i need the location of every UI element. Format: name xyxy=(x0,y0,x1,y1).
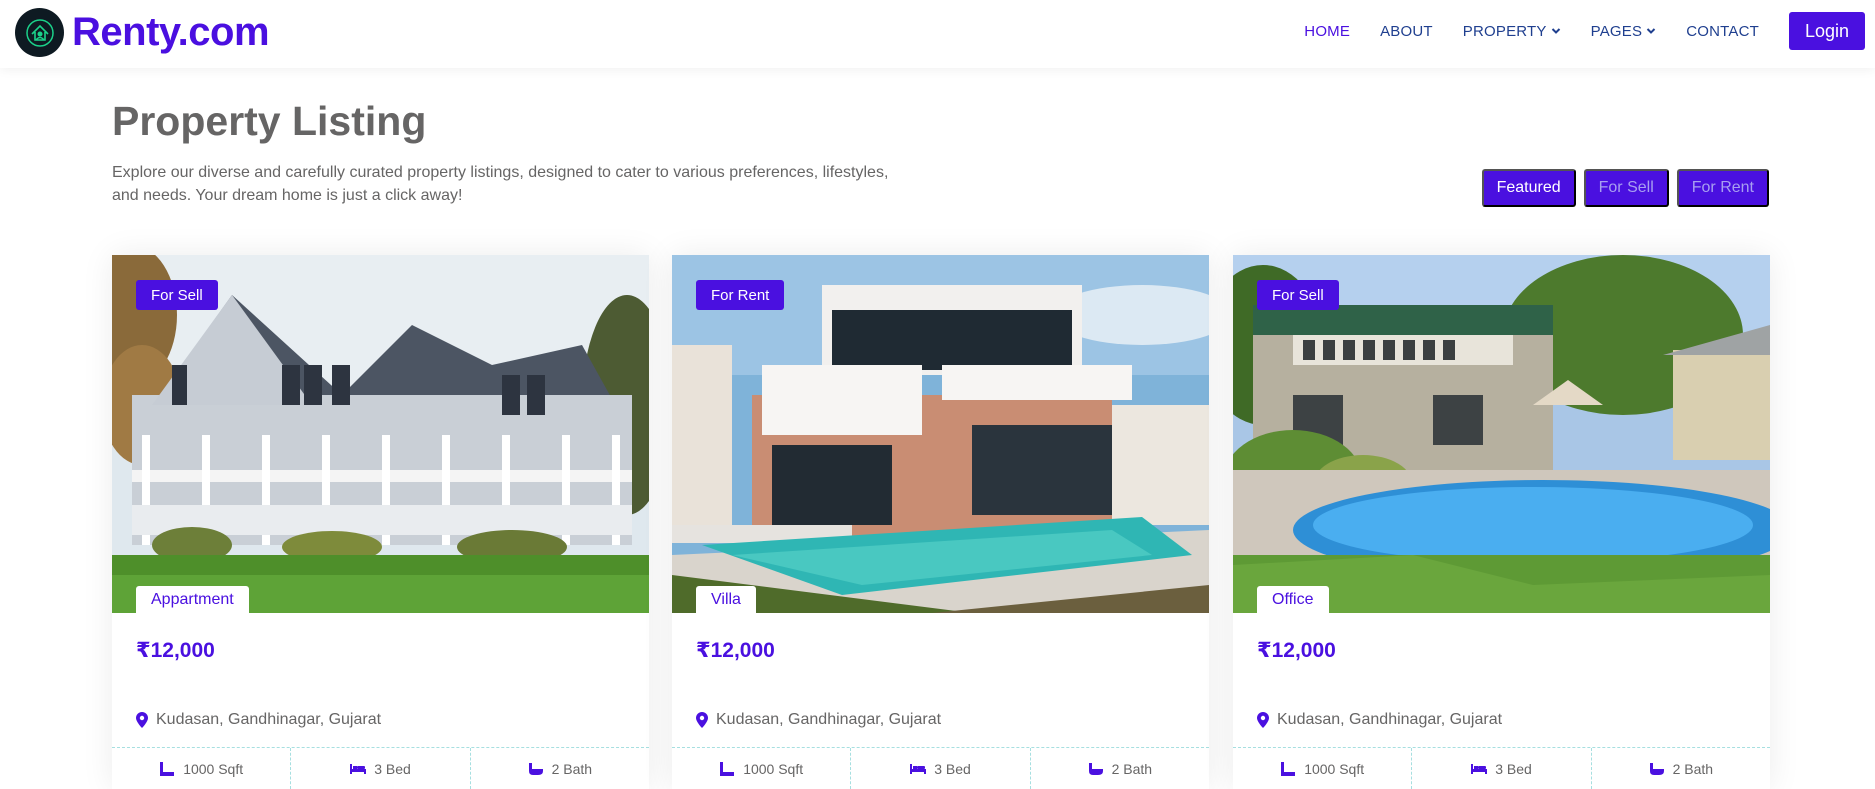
nav-contact[interactable]: CONTACT xyxy=(1686,23,1759,40)
bed-icon xyxy=(350,763,367,774)
property-card[interactable]: For Sell Appartment ₹12,000 Kudasan, Gan… xyxy=(112,255,649,789)
property-card[interactable]: For Rent Villa ₹12,000 Kudasan, Gandhina… xyxy=(672,255,1209,789)
listing-filters: Featured For Sell For Rent xyxy=(1481,169,1769,207)
nav-property[interactable]: PROPERTY xyxy=(1463,23,1561,40)
address-text: Kudasan, Gandhinagar, Gujarat xyxy=(156,711,382,728)
main-nav: HOME ABOUT PROPERTY PAGES CONTACT Login xyxy=(1304,0,1875,62)
map-marker-icon xyxy=(696,712,708,728)
property-image[interactable]: For Sell Appartment xyxy=(112,255,649,613)
baths-text: 2 Bath xyxy=(1672,760,1714,777)
property-features: 1000 Sqft 3 Bed 2 Bath xyxy=(1233,747,1770,789)
filter-for-sell-button[interactable]: For Sell xyxy=(1583,169,1669,207)
property-address: Kudasan, Gandhinagar, Gujarat xyxy=(136,711,381,729)
feature-beds: 3 Bed xyxy=(851,748,1031,789)
status-badge: For Sell xyxy=(136,280,218,310)
property-features: 1000 Sqft 3 Bed 2 Bath xyxy=(672,747,1209,789)
nav-label: HOME xyxy=(1304,22,1351,40)
baths-text: 2 Bath xyxy=(1111,760,1153,777)
map-marker-icon xyxy=(1257,712,1269,728)
map-marker-icon xyxy=(136,712,148,728)
area-text: 1000 Sqft xyxy=(1304,760,1365,777)
property-address: Kudasan, Gandhinagar, Gujarat xyxy=(696,711,941,729)
nav-label: CONTACT xyxy=(1686,22,1759,40)
property-image[interactable]: For Rent Villa xyxy=(672,255,1209,613)
brand-name[interactable]: Renty.com xyxy=(72,8,270,56)
ruler-icon xyxy=(160,761,175,776)
navbar: Renty.com HOME ABOUT PROPERTY PAGES CONT… xyxy=(0,0,1875,68)
nav-label: PAGES xyxy=(1590,22,1643,40)
beds-text: 3 Bed xyxy=(934,760,971,777)
property-price: ₹12,000 xyxy=(696,639,775,662)
address-text: Kudasan, Gandhinagar, Gujarat xyxy=(1277,711,1503,728)
feature-baths: 2 Bath xyxy=(1592,748,1770,789)
beds-text: 3 Bed xyxy=(1495,760,1532,777)
property-type-badge[interactable]: Villa xyxy=(696,586,756,613)
status-badge: For Rent xyxy=(696,280,785,310)
nav-home[interactable]: HOME xyxy=(1304,23,1350,40)
baths-text: 2 Bath xyxy=(551,760,593,777)
chevron-down-icon xyxy=(1646,28,1656,34)
feature-area: 1000 Sqft xyxy=(672,748,852,789)
chevron-down-icon xyxy=(1551,28,1560,34)
property-type-badge[interactable]: Appartment xyxy=(136,586,249,613)
bath-icon xyxy=(528,762,543,775)
login-button[interactable]: Login xyxy=(1789,12,1865,50)
nav-about[interactable]: ABOUT xyxy=(1380,23,1433,40)
page-description: Explore our diverse and carefully curate… xyxy=(112,164,889,204)
property-address: Kudasan, Gandhinagar, Gujarat xyxy=(1257,711,1502,729)
logo-icon[interactable] xyxy=(15,8,64,57)
ruler-icon xyxy=(720,761,735,776)
beds-text: 3 Bed xyxy=(374,760,411,777)
status-badge: For Sell xyxy=(1257,280,1339,310)
feature-beds: 3 Bed xyxy=(291,748,471,789)
nav-label: PROPERTY xyxy=(1462,22,1547,40)
property-card[interactable]: For Sell Office ₹12,000 Kudasan, Gandhin… xyxy=(1233,255,1770,789)
page-title: Property Listing xyxy=(112,98,427,144)
feature-baths: 2 Bath xyxy=(1031,748,1209,789)
bath-icon xyxy=(1649,762,1664,775)
address-text: Kudasan, Gandhinagar, Gujarat xyxy=(716,711,942,728)
ruler-icon xyxy=(1281,761,1296,776)
feature-beds: 3 Bed xyxy=(1412,748,1592,789)
property-price: ₹12,000 xyxy=(1257,639,1336,662)
filter-featured-button[interactable]: Featured xyxy=(1481,169,1576,207)
filter-for-rent-button[interactable]: For Rent xyxy=(1676,169,1769,207)
property-price: ₹12,000 xyxy=(136,639,215,662)
property-type-badge[interactable]: Office xyxy=(1257,586,1329,613)
property-features: 1000 Sqft 3 Bed 2 Bath xyxy=(112,747,649,789)
bed-icon xyxy=(910,763,927,774)
area-text: 1000 Sqft xyxy=(743,760,804,777)
property-image[interactable]: For Sell Office xyxy=(1233,255,1770,613)
feature-baths: 2 Bath xyxy=(471,748,649,789)
bed-icon xyxy=(1471,763,1488,774)
area-text: 1000 Sqft xyxy=(183,760,244,777)
bath-icon xyxy=(1088,762,1103,775)
nav-label: ABOUT xyxy=(1380,22,1433,40)
nav-pages[interactable]: PAGES xyxy=(1591,23,1657,40)
feature-area: 1000 Sqft xyxy=(112,748,292,789)
feature-area: 1000 Sqft xyxy=(1233,748,1413,789)
